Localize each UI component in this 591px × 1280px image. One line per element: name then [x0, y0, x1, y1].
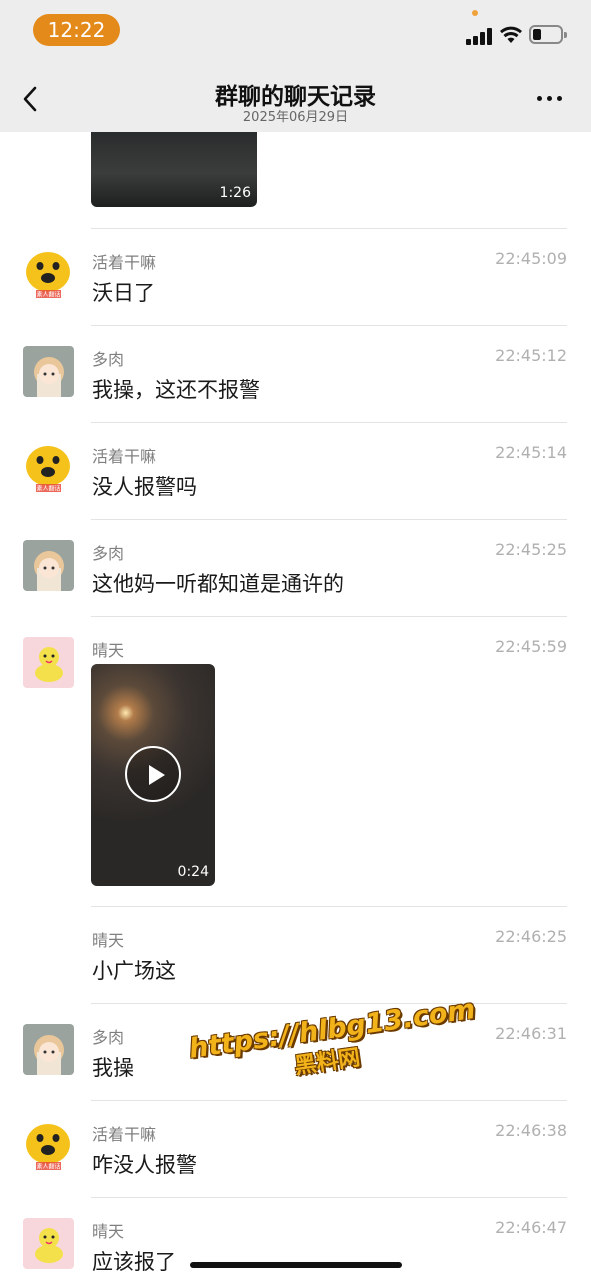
wifi-icon [500, 26, 522, 43]
message-text[interactable]: 沃日了 [92, 277, 155, 307]
message-time: 22:45:25 [495, 540, 567, 559]
avatar-badge-text: 素人翻话 [36, 485, 60, 493]
dog-avatar[interactable]: 素人翻话 [23, 249, 74, 300]
play-icon[interactable] [125, 746, 181, 802]
message-sender: 活着干嘛 [92, 253, 157, 272]
message-time: 22:46:31 [495, 1024, 567, 1043]
anime-girl-avatar[interactable] [23, 540, 74, 591]
message-sender: 晴天 [92, 931, 125, 950]
chat-history-list[interactable]: 1:26 素人翻话 活着干嘛 22:45:09 沃日了 多肉 22:45:12 … [0, 132, 591, 1280]
battery-icon [529, 25, 567, 44]
message-sender: 活着干嘛 [92, 447, 157, 466]
avatar-badge-text: 素人翻话 [36, 1163, 60, 1171]
anime-girl-avatar[interactable] [23, 1024, 74, 1075]
divider [91, 519, 567, 520]
dog-avatar[interactable]: 素人翻话 [23, 443, 74, 494]
message-sender: 多肉 [92, 1028, 125, 1047]
message-time: 22:45:14 [495, 443, 567, 462]
message-time: 22:46:47 [495, 1218, 567, 1237]
message-time: 22:45:59 [495, 637, 567, 656]
video-message-thumbnail[interactable]: 0:24 [91, 664, 215, 886]
message-time: 22:45:09 [495, 249, 567, 268]
privacy-indicator-dot [472, 10, 478, 16]
video-message-thumbnail[interactable]: 1:26 [91, 132, 257, 207]
message-sender: 活着干嘛 [92, 1125, 157, 1144]
status-time[interactable]: 12:22 [33, 14, 120, 46]
cartoon-chick-avatar[interactable] [23, 1218, 74, 1269]
message-sender: 多肉 [92, 544, 125, 563]
nav-bar: 群聊的聊天记录 2025年06月29日 [0, 62, 591, 132]
divider [91, 1100, 567, 1101]
message-text[interactable]: 应该报了 [92, 1246, 176, 1276]
anime-girl-avatar[interactable] [23, 346, 74, 397]
message-sender: 晴天 [92, 1222, 125, 1241]
status-bar: 12:22 [0, 0, 591, 62]
divider [91, 1003, 567, 1004]
video-duration: 0:24 [177, 864, 209, 880]
message-text[interactable]: 咋没人报警 [92, 1149, 197, 1179]
divider [91, 422, 567, 423]
avatar-badge-text: 素人翻话 [36, 291, 60, 299]
message-text[interactable]: 小广场这 [92, 955, 176, 985]
message-text[interactable]: 没人报警吗 [92, 471, 197, 501]
divider [91, 325, 567, 326]
message-time: 22:46:38 [495, 1121, 567, 1140]
message-text[interactable]: 这他妈一听都知道是通许的 [92, 568, 344, 598]
dog-avatar[interactable]: 素人翻话 [23, 1121, 74, 1172]
message-time: 22:45:12 [495, 346, 567, 365]
home-indicator[interactable] [190, 1262, 402, 1268]
divider [91, 1197, 567, 1198]
divider [91, 228, 567, 229]
video-duration: 1:26 [219, 185, 251, 201]
message-text[interactable]: 我操，这还不报警 [92, 374, 260, 404]
message-text[interactable]: 我操 [92, 1052, 134, 1082]
page-subtitle-date: 2025年06月29日 [242, 110, 349, 125]
more-options-icon[interactable] [535, 94, 565, 104]
divider [91, 616, 567, 617]
message-time: 22:46:25 [495, 927, 567, 946]
cartoon-chick-avatar[interactable] [23, 637, 74, 688]
message-sender: 多肉 [92, 350, 125, 369]
message-sender: 晴天 [92, 641, 125, 660]
cellular-signal-icon [466, 27, 494, 45]
divider [91, 906, 567, 907]
